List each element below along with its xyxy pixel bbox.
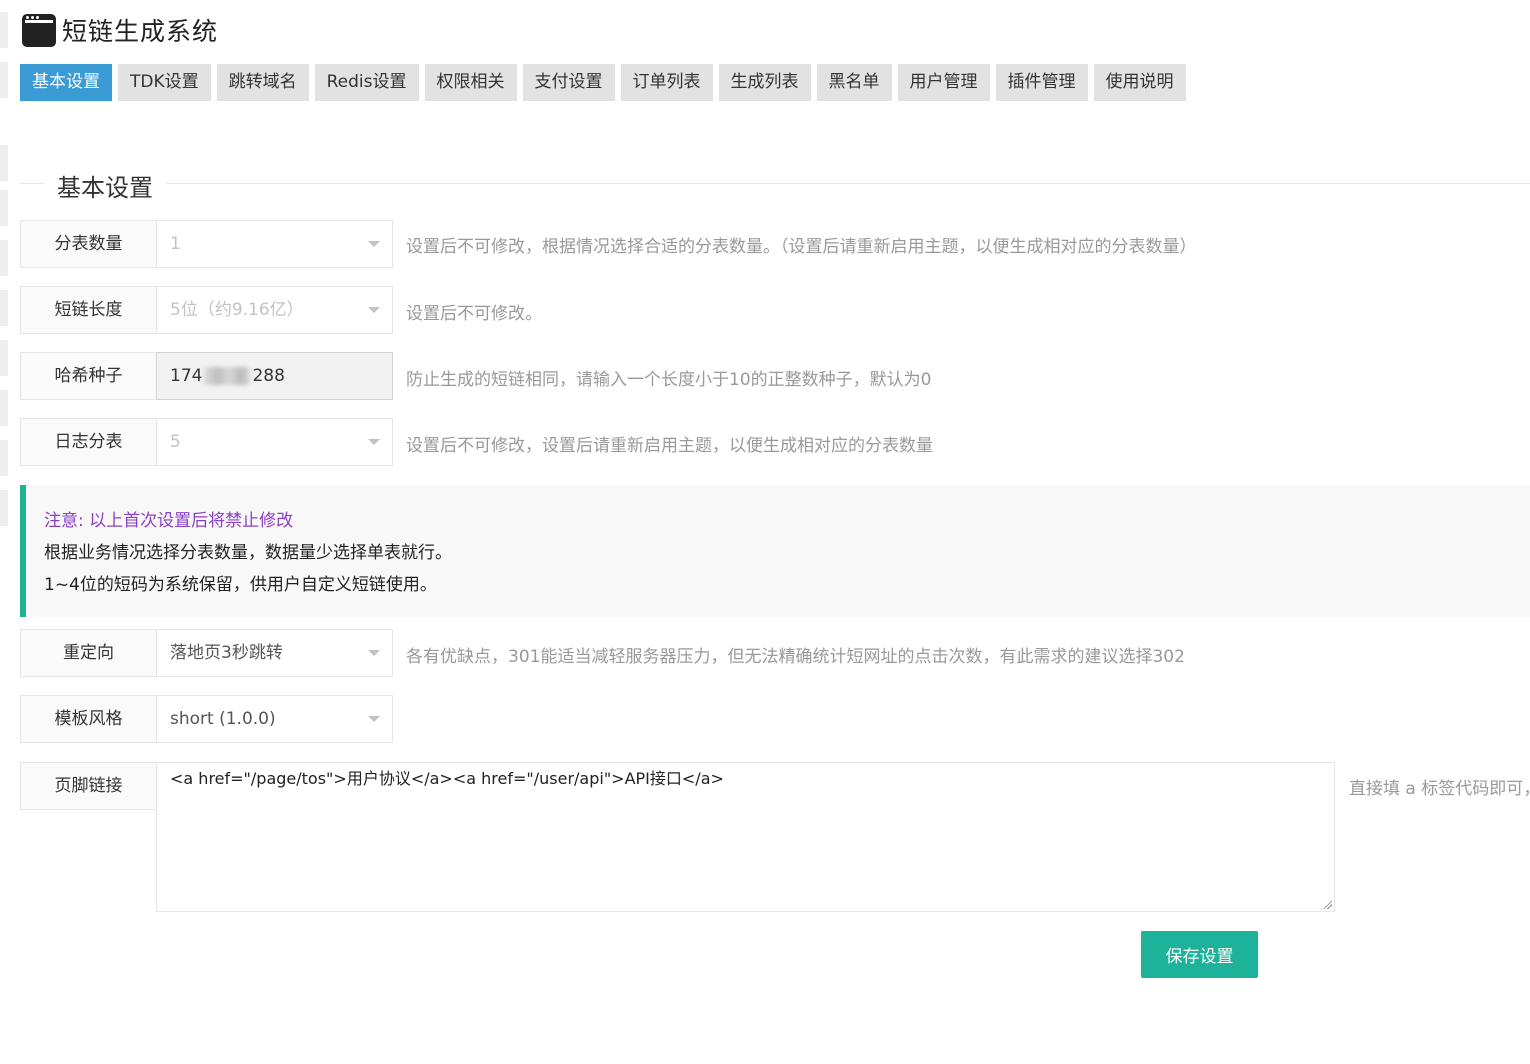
hash-seed-label: 哈希种子	[20, 352, 156, 400]
tab-tdk-settings[interactable]: TDK设置	[118, 64, 211, 101]
tab-usage-guide[interactable]: 使用说明	[1093, 64, 1186, 101]
section-divider	[20, 183, 1530, 184]
footer-links-textarea[interactable]: <a href="/page/tos">用户协议</a><a href="/us…	[156, 762, 1335, 912]
field-log-table: 日志分表 5	[20, 418, 393, 466]
tab-order-list[interactable]: 订单列表	[620, 64, 713, 101]
redirect-hint: 各有优缺点，301能适当减轻服务器压力，但无法精确统计短网址的点击次数，有此需求…	[406, 647, 1185, 667]
redirect-select[interactable]: 落地页3秒跳转	[156, 629, 393, 677]
footer-links-value: <a href="/page/tos">用户协议</a><a href="/us…	[170, 769, 724, 788]
short-length-label: 短链长度	[20, 286, 156, 334]
resize-handle-icon[interactable]	[1323, 900, 1332, 909]
table-count-hint: 设置后不可修改，根据情况选择合适的分表数量。（设置后请重新启用主题，以便生成相对…	[406, 237, 1197, 257]
tab-redis-settings[interactable]: Redis设置	[314, 64, 419, 101]
app-title: 短链生成系统	[62, 17, 219, 46]
short-length-select[interactable]: 5位（约9.16亿）	[156, 286, 393, 334]
left-edge-strip	[0, 0, 8, 560]
chevron-down-icon	[368, 241, 380, 247]
field-template: 模板风格 short (1.0.0)	[20, 695, 393, 743]
chevron-down-icon	[368, 716, 380, 722]
chevron-down-icon	[368, 439, 380, 445]
footer-links-hint: 直接填 a 标签代码即可，	[1349, 779, 1530, 799]
notice-line: 根据业务情况选择分表数量，数据量少选择单表就行。	[44, 543, 452, 563]
log-table-label: 日志分表	[20, 418, 156, 466]
field-footer-links: 页脚链接 <a href="/page/tos">用户协议</a><a href…	[20, 762, 1335, 912]
redirect-label: 重定向	[20, 629, 156, 677]
log-table-hint: 设置后不可修改，设置后请重新启用主题，以便生成相对应的分表数量	[406, 436, 933, 456]
field-hash-seed: 哈希种子 174 288	[20, 352, 393, 400]
field-table-count: 分表数量 1	[20, 220, 393, 268]
short-length-hint: 设置后不可修改。	[406, 304, 542, 324]
tab-basic-settings[interactable]: 基本设置	[20, 64, 112, 101]
settings-tabs: 基本设置 TDK设置 跳转域名 Redis设置 权限相关 支付设置 订单列表 生…	[20, 64, 1192, 101]
chevron-down-icon	[368, 650, 380, 656]
footer-links-label: 页脚链接	[20, 762, 156, 810]
hash-seed-value-suffix: 288	[252, 366, 285, 386]
tab-payment-settings[interactable]: 支付设置	[522, 64, 615, 101]
app-header: 短链生成系统	[22, 12, 218, 48]
table-count-select[interactable]: 1	[156, 220, 393, 268]
tab-redirect-domain[interactable]: 跳转域名	[216, 64, 309, 101]
field-short-length: 短链长度 5位（约9.16亿）	[20, 286, 393, 334]
field-redirect: 重定向 落地页3秒跳转	[20, 629, 393, 677]
section-title: 基本设置	[44, 168, 166, 203]
tab-permissions[interactable]: 权限相关	[424, 64, 517, 101]
notice-warning: 注意: 以上首次设置后将禁止修改	[44, 511, 294, 531]
notice-line: 1~4位的短码为系统保留，供用户自定义短链使用。	[44, 575, 437, 595]
template-value: short (1.0.0)	[170, 709, 276, 729]
tab-blacklist[interactable]: 黑名单	[816, 64, 892, 101]
app-window-icon	[22, 13, 56, 47]
save-settings-button[interactable]: 保存设置	[1141, 931, 1258, 978]
hash-seed-hint: 防止生成的短链相同，请输入一个长度小于10的正整数种子，默认为0	[406, 370, 932, 390]
redacted-blur	[203, 367, 252, 385]
table-count-value: 1	[170, 234, 181, 254]
log-table-select[interactable]: 5	[156, 418, 393, 466]
short-length-value: 5位（约9.16亿）	[170, 300, 304, 320]
tab-user-management[interactable]: 用户管理	[897, 64, 990, 101]
redirect-value: 落地页3秒跳转	[170, 643, 283, 663]
template-label: 模板风格	[20, 695, 156, 743]
table-count-label: 分表数量	[20, 220, 156, 268]
hash-seed-value-prefix: 174	[170, 366, 203, 386]
tab-generated-list[interactable]: 生成列表	[718, 64, 811, 101]
chevron-down-icon	[368, 307, 380, 313]
notice-box: 注意: 以上首次设置后将禁止修改 根据业务情况选择分表数量，数据量少选择单表就行…	[20, 485, 1530, 617]
hash-seed-input[interactable]: 174 288	[156, 352, 393, 400]
log-table-value: 5	[170, 432, 181, 452]
template-select[interactable]: short (1.0.0)	[156, 695, 393, 743]
tab-plugin-management[interactable]: 插件管理	[995, 64, 1088, 101]
